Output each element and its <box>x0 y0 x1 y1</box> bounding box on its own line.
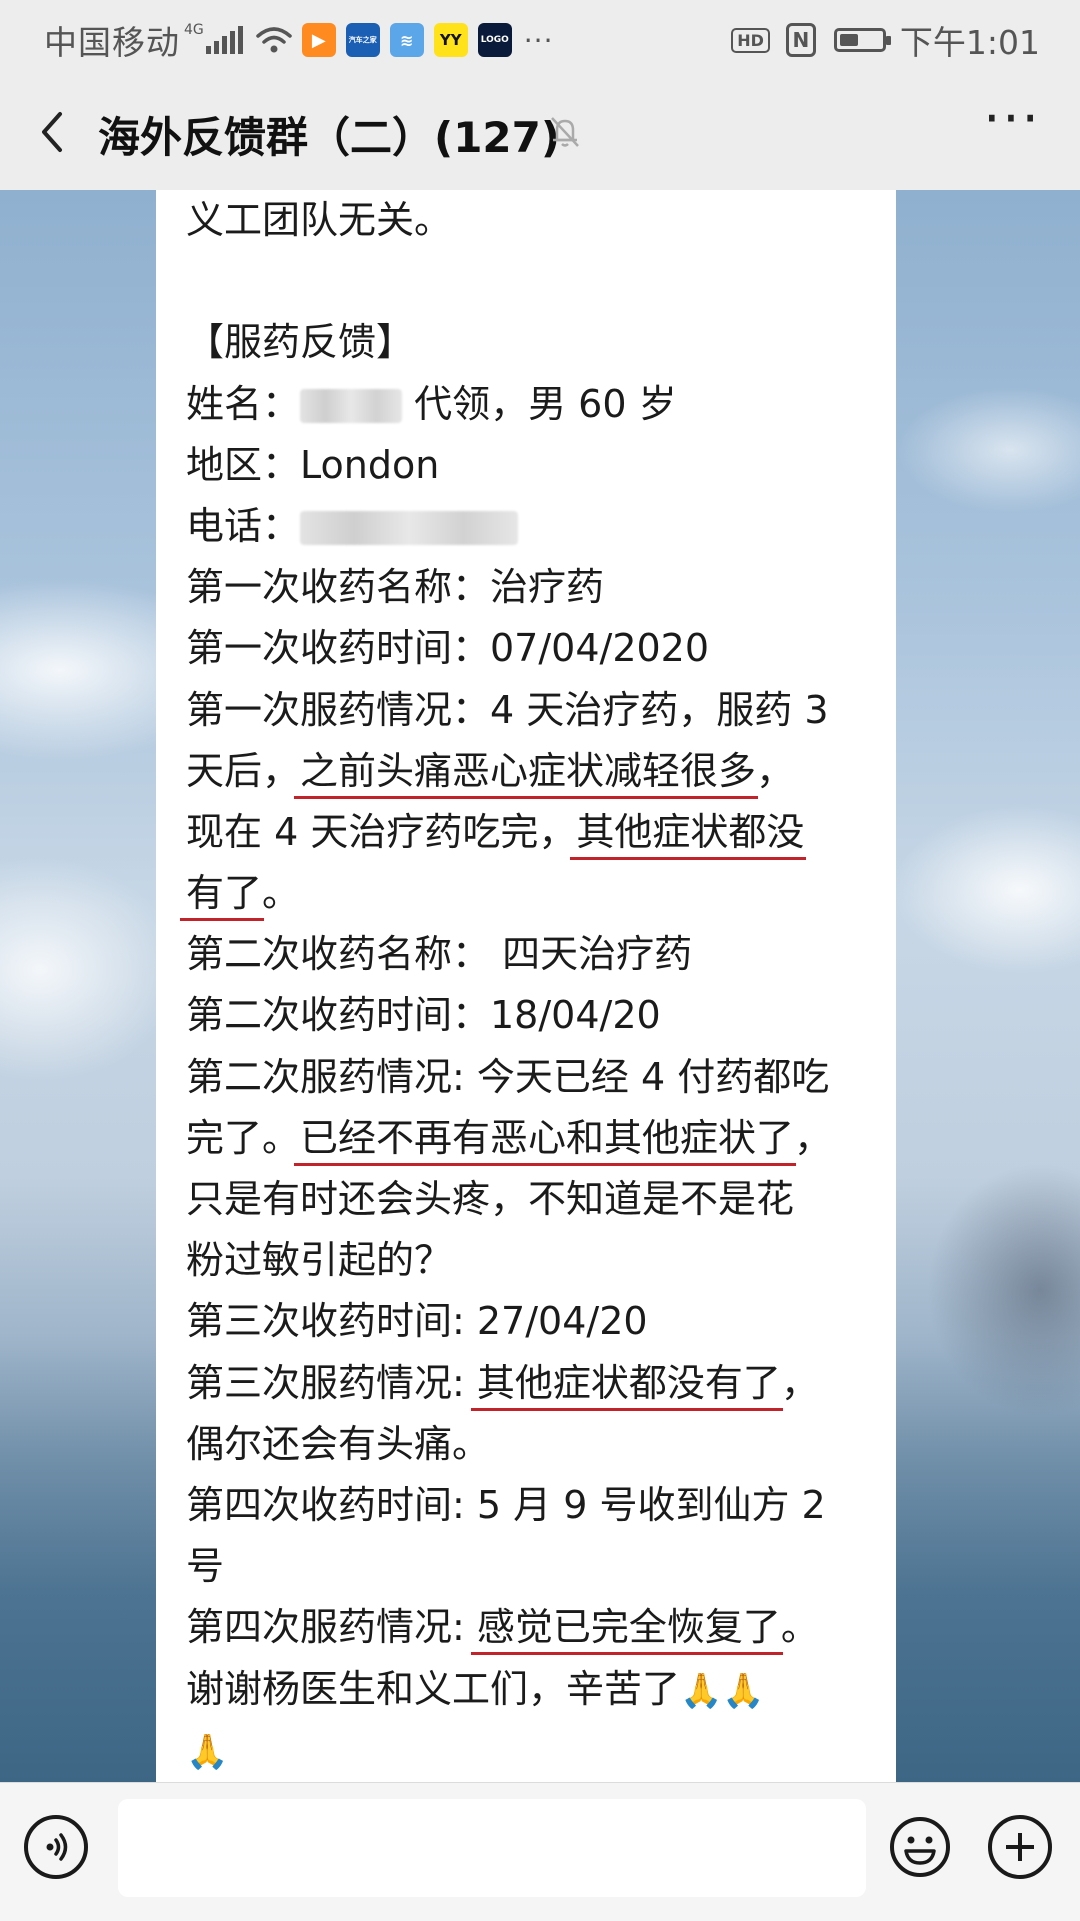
message-line: 义工团队无关。 <box>186 190 886 251</box>
message-text-segment: 第二次收药时间：18/04/20 <box>186 993 661 1038</box>
emoji-button[interactable] <box>888 1815 952 1879</box>
voice-icon <box>46 1833 68 1861</box>
message-line: 第一次收药时间：07/04/2020 <box>186 618 886 679</box>
message-line: 第四次服药情况: 感觉已完全恢复了。 <box>186 1597 886 1658</box>
message-line: 偶尔还会有头痛。 <box>186 1414 886 1475</box>
praying-hands-emoji: 🙏 <box>680 1670 723 1711</box>
message-line: 第三次收药时间: 27/04/20 <box>186 1291 886 1352</box>
status-right: HD N 下午1:01 <box>731 16 1040 64</box>
underlined-text: 其他症状都没有了 <box>476 1360 781 1405</box>
message-line: 粉过敏引起的？ <box>186 1230 886 1291</box>
message-line: 地区：London <box>186 435 886 496</box>
message-line: 谢谢杨医生和义工们，辛苦了🙏🙏 <box>186 1659 886 1720</box>
message-text-segment: 代领，男 60 岁 <box>402 381 677 426</box>
message-text-segment: 完了。 <box>186 1115 301 1160</box>
message-text-segment: ， <box>794 1115 833 1160</box>
message-text-segment: 电话： <box>186 503 301 548</box>
message-text-segment: 天后， <box>186 748 301 793</box>
status-left: 中国移动 4G ▶ 汽车之家 ≋ YY LOGO ··· <box>44 16 553 64</box>
input-bar <box>0 1782 1080 1921</box>
message-text-segment: 第三次收药时间: 27/04/20 <box>186 1299 648 1344</box>
message-text-segment: 姓名： <box>186 381 301 426</box>
message-line: 天后，之前头痛恶心症状减轻很多， <box>186 741 886 802</box>
network-type: 4G <box>184 22 204 38</box>
praying-hands-emoji: 🙏 <box>722 1670 765 1711</box>
message-line: 第二次服药情况: 今天已经 4 付药都吃 <box>186 1047 886 1108</box>
carrier-name: 中国移动 <box>44 23 180 62</box>
fish-app-icon: ≋ <box>389 23 424 57</box>
message-text-segment: 第三次服药情况: <box>186 1360 477 1405</box>
message-text-segment: 第四次收药时间: 5 月 9 号收到仙方 2 <box>186 1482 826 1527</box>
message-text-segment: 第二次服药情况: 今天已经 4 付药都吃 <box>186 1054 830 1099</box>
message-text-segment: 第二次收药名称： 四天治疗药 <box>186 932 693 977</box>
message-line: 只是有时还会头疼，不知道是不是花 <box>186 1169 886 1230</box>
message-line: 🙏 <box>186 1720 886 1781</box>
chat-background: 义工团队无关。 【服药反馈】 姓名： 代领，男 60 岁地区：London 电话： 第一… <box>0 190 1080 1782</box>
battery-level <box>839 34 858 46</box>
message-line: 第一次服药情况：4 天治疗药，服药 3 <box>186 680 886 741</box>
car-app-icon: 汽车之家 <box>345 23 380 57</box>
message-text-segment: 义工团队无关。 <box>186 198 453 242</box>
clock: 下午1:01 <box>899 23 1040 62</box>
signal-icon <box>205 26 246 54</box>
message-line <box>186 251 886 312</box>
hd-icon: HD <box>731 27 770 53</box>
message-text-segment: 第一次收药时间：07/04/2020 <box>186 626 710 671</box>
redacted-name <box>300 389 403 424</box>
message-line: 现在 4 天治疗药吃完，其他症状都没 <box>186 802 886 863</box>
mute-bell-icon <box>551 117 579 147</box>
message-text-segment: 只是有时还会头疼，不知道是不是花 <box>186 1177 795 1221</box>
status-bar: 中国移动 4G ▶ 汽车之家 ≋ YY LOGO ··· HD N 下午1:01 <box>0 0 1080 74</box>
back-arrow-icon[interactable] <box>30 104 80 160</box>
message-line: 完了。已经不再有恶心和其他症状了， <box>186 1108 886 1169</box>
message-line: 号 <box>186 1536 886 1597</box>
logo-app-icon: LOGO <box>477 23 512 57</box>
message-line: 第四次收药时间: 5 月 9 号收到仙方 2 <box>186 1475 886 1536</box>
more-functions-plus-button[interactable] <box>988 1815 1052 1879</box>
underlined-text: 已经不再有恶心和其他症状了 <box>300 1115 795 1160</box>
underlined-text: 感觉已完全恢复了 <box>476 1605 781 1650</box>
message-text-segment: 现在 4 天治疗药吃完， <box>186 809 577 854</box>
redacted-phone <box>300 511 519 546</box>
message-text-segment: 偶尔还会有头痛。 <box>186 1421 491 1466</box>
nfc-icon: N <box>785 23 816 57</box>
battery-icon <box>833 28 891 52</box>
message-input[interactable] <box>118 1799 866 1897</box>
message-text-segment: 号 <box>186 1544 225 1589</box>
more-options-button[interactable]: ··· <box>982 92 1042 160</box>
message-line: 第二次收药名称： 四天治疗药 <box>186 924 886 985</box>
message-text-segment: 。 <box>262 871 301 916</box>
message-line: 有了。 <box>186 863 886 924</box>
more-notifications-icon: ··· <box>523 23 554 57</box>
underlined-text: 之前头痛恶心症状减轻很多 <box>300 748 757 793</box>
praying-hands-emoji: 🙏 <box>186 1731 229 1772</box>
wifi-icon <box>256 27 292 53</box>
message-text-segment: 第一次服药情况：4 天治疗药，服药 3 <box>186 687 829 732</box>
message-line: 第三次服药情况: 其他症状都没有了， <box>186 1353 886 1414</box>
message-line: 姓名： 代领，男 60 岁 <box>186 374 886 435</box>
message-line: 电话： <box>186 496 886 557</box>
message-text-segment: 第一次收药名称：治疗药 <box>186 565 605 610</box>
message-line: 【服药反馈】 <box>186 312 886 373</box>
yy-app-icon: YY <box>433 23 468 57</box>
message-bubble[interactable]: 义工团队无关。 【服药反馈】 姓名： 代领，男 60 岁地区：London 电话： 第一… <box>156 190 896 1782</box>
underlined-text: 其他症状都没 <box>576 809 805 854</box>
chat-header: 海外反馈群（二）(127) ··· <box>0 74 1080 190</box>
message-text-segment: ， <box>780 1360 819 1405</box>
message-text-segment: 。 <box>780 1605 819 1650</box>
message-text-segment: ， <box>756 748 795 793</box>
play-app-icon: ▶ <box>301 23 336 57</box>
message-line: 第二次收药时间：18/04/20 <box>186 985 886 1046</box>
message-text: 义工团队无关。 【服药反馈】 姓名： 代领，男 60 岁地区：London 电话： 第一… <box>186 190 886 1781</box>
message-text-segment: 粉过敏引起的？ <box>186 1238 453 1283</box>
voice-input-button[interactable] <box>24 1815 88 1879</box>
underlined-text: 有了 <box>186 871 263 916</box>
message-text-segment: 地区：London <box>186 442 440 487</box>
chat-title: 海外反馈群（二）(127) <box>98 113 561 162</box>
message-text-segment: 【服药反馈】 <box>186 320 415 365</box>
message-line: 第一次收药名称：治疗药 <box>186 557 886 618</box>
message-text-segment: 第四次服药情况: <box>186 1605 477 1650</box>
message-text-segment: 谢谢杨医生和义工们，辛苦了 <box>186 1666 681 1711</box>
